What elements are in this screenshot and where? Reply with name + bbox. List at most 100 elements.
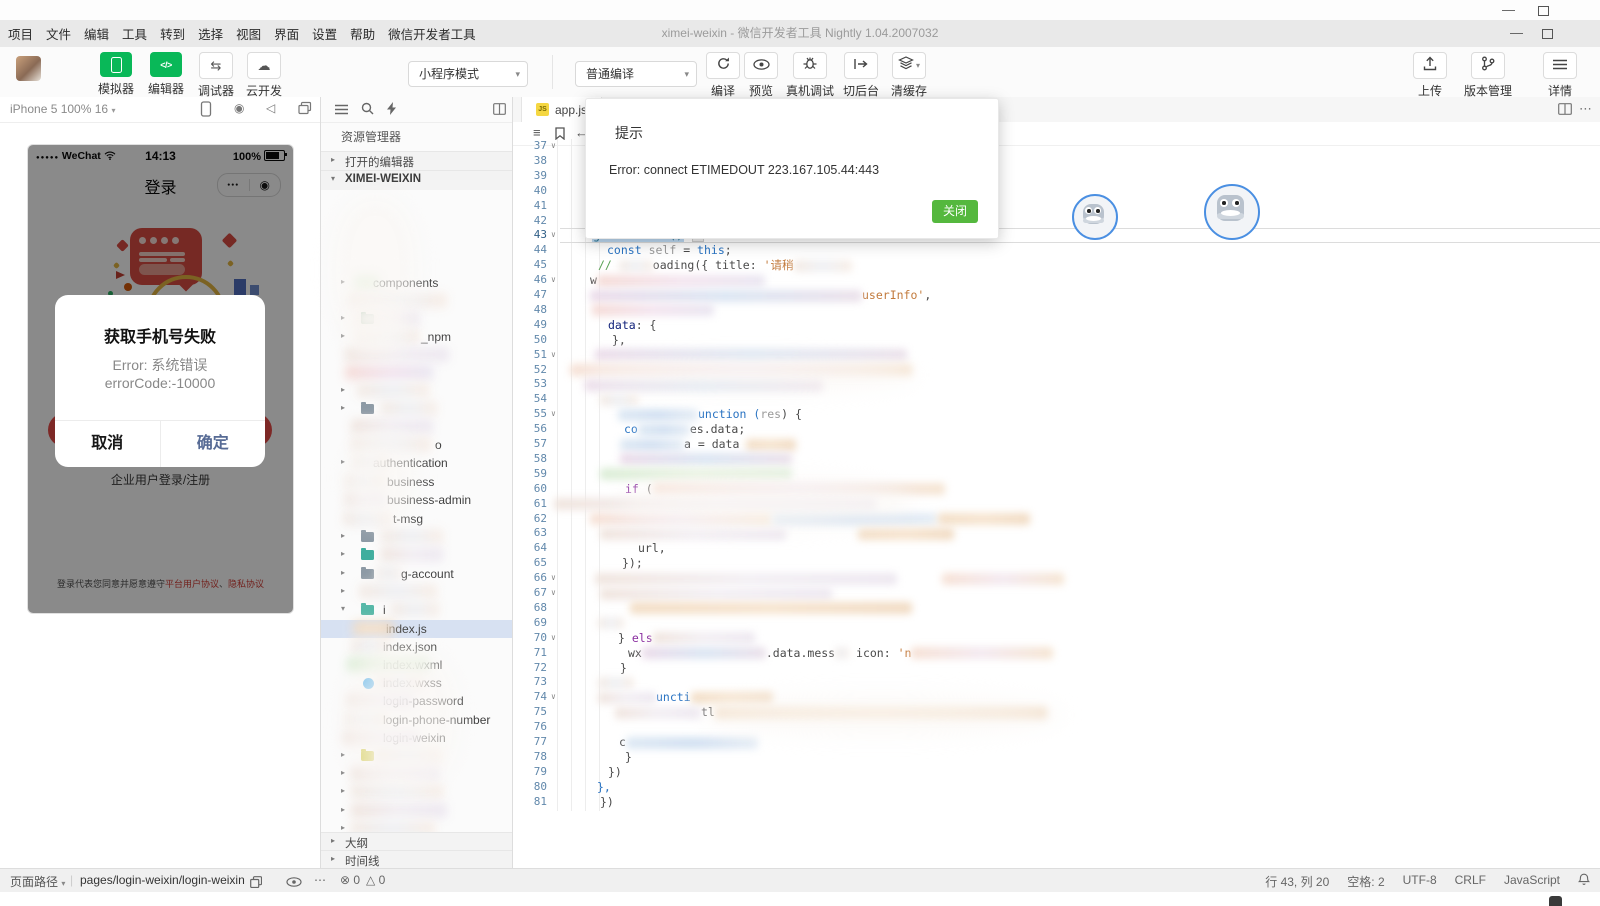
- compile-mode-select[interactable]: 普通编译 ▾: [575, 61, 697, 87]
- code-line-54[interactable]: 54: [513, 392, 1600, 407]
- rotate-device-icon[interactable]: [200, 101, 212, 117]
- code-line-66[interactable]: 66 ∨: [513, 571, 1600, 586]
- tree-item-19[interactable]: index.js: [321, 620, 512, 638]
- code-line-72[interactable]: 72}: [513, 661, 1600, 676]
- code-line-55[interactable]: 55 ∨ unction (res) {: [513, 407, 1600, 422]
- tree-caret-icon[interactable]: ▸: [341, 403, 345, 412]
- search-icon[interactable]: [361, 102, 374, 115]
- code-line-67[interactable]: 67 ∨: [513, 586, 1600, 601]
- page-path-label[interactable]: 页面路径 ▾: [10, 873, 65, 890]
- tree-item-13[interactable]: t-msg: [321, 510, 512, 528]
- tree-caret-icon[interactable]: ▸: [341, 457, 345, 466]
- assistant-bot-icon-large[interactable]: [1204, 184, 1260, 240]
- status-more-icon[interactable]: ⋯: [314, 873, 326, 887]
- tree-item-17[interactable]: ▸: [321, 583, 512, 601]
- code-line-50[interactable]: 50},: [513, 333, 1600, 348]
- toolbar-swap-button[interactable]: ⇆ 调试器: [194, 52, 238, 99]
- tree-item-4[interactable]: [321, 346, 512, 364]
- code-line-56[interactable]: 56 co es.data;: [513, 422, 1600, 437]
- fold-caret-icon[interactable]: ∨: [551, 571, 556, 586]
- code-line-71[interactable]: 71 wx .data.mess icon: 'n: [513, 646, 1600, 661]
- notifications-bell-icon[interactable]: [1577, 873, 1591, 890]
- tree-caret-icon[interactable]: ▸: [341, 531, 345, 540]
- tree-item-16[interactable]: ▸ g-account: [321, 565, 512, 583]
- project-root[interactable]: ▾ XIMEI-WEIXIN: [321, 170, 512, 190]
- code-line-63[interactable]: 63: [513, 526, 1600, 541]
- app-minimize-icon[interactable]: —: [1510, 26, 1523, 39]
- code-line-48[interactable]: 48: [513, 303, 1600, 318]
- code-line-79[interactable]: 79}): [513, 765, 1600, 780]
- code-line-70[interactable]: 70 ∨} els: [513, 631, 1600, 646]
- record-icon[interactable]: ◉: [234, 101, 244, 115]
- close-button[interactable]: 关闭: [932, 200, 978, 223]
- fold-caret-icon[interactable]: ∨: [551, 139, 556, 154]
- status-item-3[interactable]: CRLF: [1455, 873, 1486, 890]
- tab-more-icon[interactable]: ⋯: [1579, 101, 1592, 117]
- code-line-76[interactable]: 76: [513, 720, 1600, 735]
- error-count[interactable]: ⊗ 0: [340, 873, 360, 887]
- confirm-button[interactable]: 确定: [161, 421, 266, 467]
- device-selector[interactable]: iPhone 5 100% 16 ▾: [10, 102, 115, 116]
- preview-eye-icon[interactable]: [286, 877, 302, 887]
- code-line-47[interactable]: 47 userInfo',: [513, 288, 1600, 303]
- toolbar-details-button[interactable]: 详情: [1538, 52, 1582, 99]
- warning-count[interactable]: △ 0: [366, 873, 385, 887]
- outer-minimize-icon[interactable]: —: [1502, 3, 1515, 16]
- code-line-65[interactable]: 65});: [513, 556, 1600, 571]
- code-line-74[interactable]: 74 ∨ uncti: [513, 690, 1600, 705]
- code-line-68[interactable]: 68: [513, 601, 1600, 616]
- corner-widget-icon[interactable]: [1549, 896, 1562, 906]
- mute-icon[interactable]: ◁: [266, 101, 275, 115]
- tree-caret-icon[interactable]: ▸: [341, 586, 345, 595]
- columns-icon[interactable]: [493, 103, 506, 115]
- tree-caret-icon[interactable]: ▸: [341, 750, 345, 759]
- mode-select[interactable]: 小程序模式 ▾: [408, 61, 528, 87]
- tree-item-7[interactable]: ▸: [321, 400, 512, 418]
- code-line-64[interactable]: 64 url,: [513, 541, 1600, 556]
- list-icon[interactable]: [335, 104, 348, 115]
- tree-item-18[interactable]: ▾ i: [321, 601, 512, 619]
- toolbar-layers-button[interactable]: ▾ 清缓存: [886, 52, 932, 99]
- code-line-58[interactable]: 58: [513, 452, 1600, 467]
- tree-caret-icon[interactable]: ▸: [341, 331, 345, 340]
- code-line-45[interactable]: 45 // oading({ title: '请稍: [513, 258, 1600, 273]
- open-editors-section[interactable]: ▸ 打开的编辑器: [321, 151, 512, 172]
- status-item-0[interactable]: 行 43, 列 20: [1265, 873, 1329, 890]
- toolbar-switch-button[interactable]: 切后台: [838, 52, 884, 99]
- toolbar-phone-button[interactable]: 模拟器: [94, 52, 138, 97]
- code-line-77[interactable]: 77 c: [513, 735, 1600, 750]
- tree-caret-icon[interactable]: ▸: [341, 385, 345, 394]
- code-line-59[interactable]: 59: [513, 467, 1600, 482]
- tree-caret-icon[interactable]: ▾: [341, 604, 345, 613]
- fold-caret-icon[interactable]: ∨: [551, 631, 556, 646]
- code-line-44[interactable]: 44 const self = this;: [513, 243, 1600, 258]
- fold-caret-icon[interactable]: ∨: [551, 348, 556, 363]
- toolbar-branch-button[interactable]: 版本管理: [1460, 52, 1516, 99]
- fold-caret-icon[interactable]: ∨: [551, 273, 556, 288]
- toolbar-code-button[interactable]: </> 编辑器: [144, 52, 188, 97]
- code-line-78[interactable]: 78}: [513, 750, 1600, 765]
- code-line-80[interactable]: 80},: [513, 780, 1600, 795]
- code-line-73[interactable]: 73: [513, 675, 1600, 690]
- cancel-button[interactable]: 取消: [55, 421, 160, 467]
- split-editor-icon[interactable]: [1558, 103, 1572, 115]
- outer-maximize-icon[interactable]: [1538, 6, 1549, 16]
- tree-caret-icon[interactable]: ▸: [341, 805, 345, 814]
- tree-item-14[interactable]: ▸: [321, 528, 512, 546]
- code-line-57[interactable]: 57 a = data: [513, 437, 1600, 452]
- tree-item-29[interactable]: ▸: [321, 802, 512, 820]
- toolbar-cloud-button[interactable]: ☁ 云开发: [242, 52, 286, 99]
- timeline-section[interactable]: ▸ 时间线: [321, 850, 512, 870]
- fold-caret-icon[interactable]: ∨: [551, 228, 556, 243]
- fold-caret-icon[interactable]: ∨: [551, 586, 556, 601]
- tree-caret-icon[interactable]: ▸: [341, 568, 345, 577]
- copy-icon[interactable]: [250, 876, 262, 888]
- tree-caret-icon[interactable]: ▸: [341, 768, 345, 777]
- multi-window-icon[interactable]: [298, 101, 312, 115]
- outline-list-icon[interactable]: ≡: [533, 126, 541, 139]
- tree-item-5[interactable]: [321, 364, 512, 382]
- tree-item-15[interactable]: ▸: [321, 546, 512, 564]
- code-line-46[interactable]: 46 ∨ w: [513, 273, 1600, 288]
- fold-caret-icon[interactable]: ∨: [551, 690, 556, 705]
- fold-caret-icon[interactable]: ∨: [551, 407, 556, 422]
